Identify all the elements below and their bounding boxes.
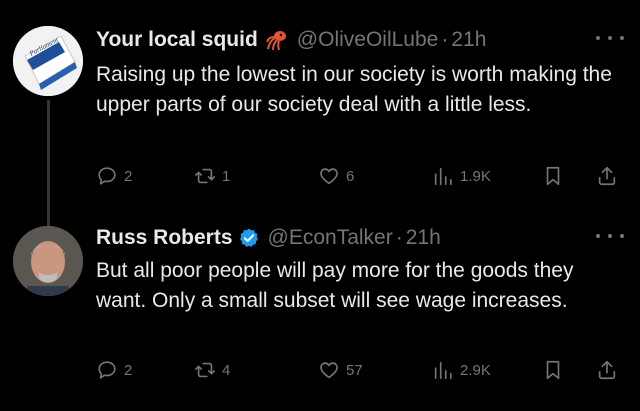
handle[interactable]: @EconTalker: [268, 226, 393, 250]
share-button[interactable]: [596, 356, 618, 384]
bookmark-icon: [546, 166, 560, 186]
share-icon: [598, 166, 616, 186]
reply-count: 2: [124, 167, 133, 185]
reply-button[interactable]: 2: [96, 356, 132, 384]
views-button[interactable]: 1.9K: [432, 162, 491, 190]
like-count: 6: [346, 167, 355, 185]
retweet-count: 4: [222, 361, 231, 379]
action-bar: 2 4 57 2.9K: [96, 356, 626, 384]
display-name[interactable]: Your local squid: [96, 28, 258, 52]
tweet-1[interactable]: Parliament Your local squid @OliveOilLub…: [0, 14, 640, 234]
bookmark-button[interactable]: [542, 356, 564, 384]
timestamp[interactable]: 21h: [406, 226, 441, 250]
reply-icon: [98, 361, 116, 379]
views-chart-icon: [434, 167, 452, 186]
action-bar: 2 1 6 1.9K: [96, 162, 626, 190]
thread-line: [47, 100, 50, 234]
bookmark-button[interactable]: [542, 162, 564, 190]
avatar[interactable]: [13, 226, 83, 296]
tweet-header: Your local squid @OliveOilLube · 21h: [96, 28, 486, 52]
tweet-text: But all poor people will pay more for th…: [96, 259, 574, 312]
tweet-2[interactable]: Russ Roberts @EconTalker · 21h But all p…: [0, 218, 640, 411]
bookmark-icon: [546, 360, 560, 380]
share-button[interactable]: [596, 162, 618, 190]
retweet-button[interactable]: 4: [194, 356, 230, 384]
retweet-count: 1: [222, 167, 231, 185]
view-count: 2.9K: [460, 361, 491, 379]
like-button[interactable]: 6: [318, 162, 354, 190]
reply-count: 2: [124, 361, 133, 379]
reply-icon: [98, 167, 116, 185]
heart-icon: [320, 168, 338, 185]
retweet-button[interactable]: 1: [194, 162, 230, 190]
more-options-icon[interactable]: [596, 228, 624, 244]
retweet-icon: [195, 362, 215, 378]
tweet-text: Raising up the lowest in our society is …: [96, 63, 612, 116]
like-count: 57: [346, 361, 363, 379]
like-button[interactable]: 57: [318, 356, 363, 384]
more-options-icon[interactable]: [596, 30, 624, 46]
profile-photo-avatar-image: [13, 226, 83, 296]
avatar[interactable]: Parliament: [13, 26, 83, 96]
views-button[interactable]: 2.9K: [432, 356, 491, 384]
cigarette-pack-avatar-image: Parliament: [13, 26, 83, 96]
view-count: 1.9K: [460, 167, 491, 185]
retweet-icon: [195, 168, 215, 184]
heart-icon: [320, 362, 338, 379]
views-chart-icon: [434, 361, 452, 380]
tweet-header: Russ Roberts @EconTalker · 21h: [96, 226, 441, 250]
separator-dot: ·: [441, 28, 449, 51]
timestamp[interactable]: 21h: [451, 28, 486, 52]
reply-button[interactable]: 2: [96, 162, 132, 190]
verified-badge-icon: [238, 227, 260, 249]
display-name[interactable]: Russ Roberts: [96, 226, 233, 250]
squid-emoji-icon: [265, 28, 289, 52]
share-icon: [598, 360, 616, 380]
separator-dot: ·: [395, 226, 403, 249]
handle[interactable]: @OliveOilLube: [297, 28, 439, 52]
